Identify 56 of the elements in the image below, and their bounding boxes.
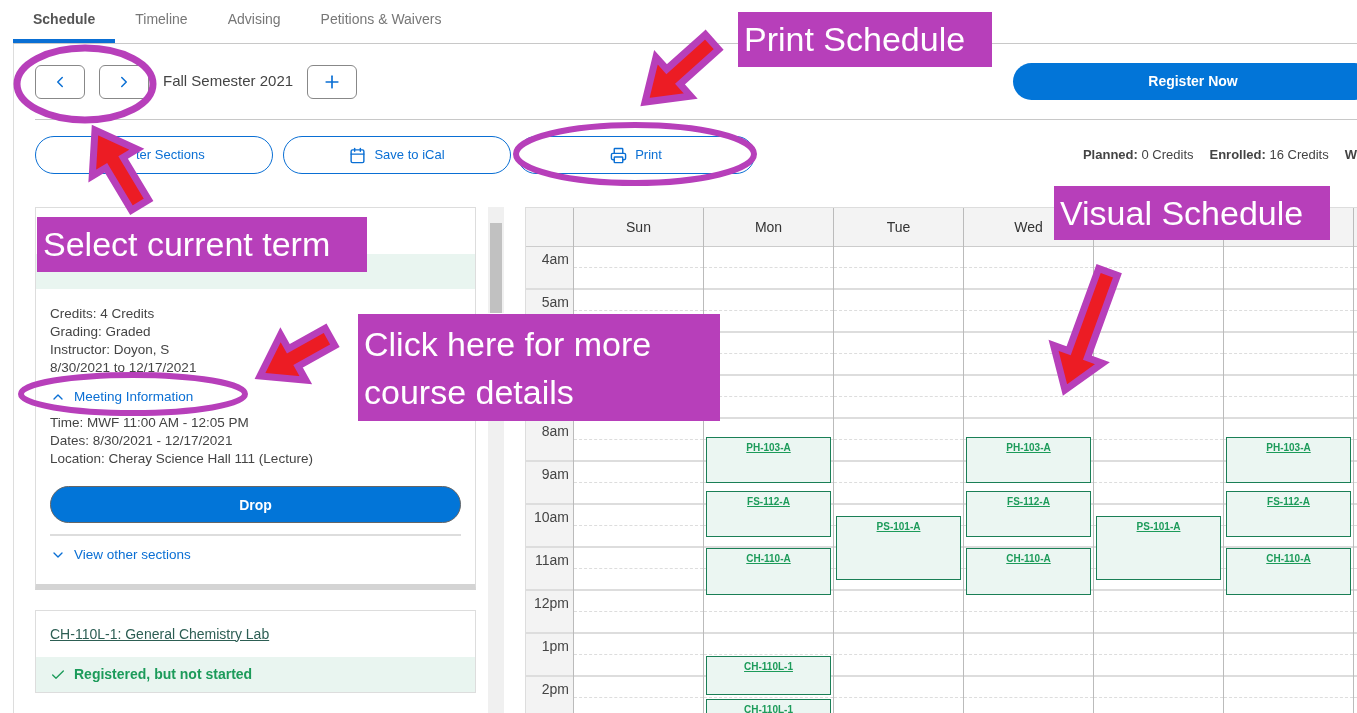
hour-label: 12pm: [533, 594, 569, 613]
meeting-information-toggle[interactable]: Meeting Information: [50, 388, 194, 406]
register-now-button[interactable]: Register Now: [1013, 63, 1357, 100]
course-event[interactable]: CH-110-A: [1226, 548, 1351, 595]
course-event[interactable]: CH-110L-1: [706, 698, 831, 713]
tab[interactable]: Timeline: [115, 0, 208, 43]
course-event[interactable]: CH-110-A: [706, 548, 831, 595]
day-header: Mon: [704, 208, 833, 247]
course-event[interactable]: PS-101-A: [1096, 515, 1221, 581]
course-event[interactable]: FS-112-A: [1226, 490, 1351, 538]
course-event[interactable]: CH-110-A: [966, 548, 1091, 595]
hour-label: 4am: [541, 250, 569, 269]
course-event[interactable]: FS-112-A: [966, 490, 1091, 538]
scrollbar[interactable]: [488, 207, 504, 313]
tab[interactable]: Schedule: [13, 0, 116, 43]
day-header: Sun: [574, 208, 703, 247]
course-event[interactable]: CH-110L-1: [706, 655, 831, 695]
hour-label: 11am: [535, 551, 569, 570]
course-event[interactable]: PS-101-A: [836, 515, 961, 581]
meeting-detail-text: Location: Cheray Science Hall 111 (Lecture): [50, 450, 313, 468]
credit-stat: W: [1344, 146, 1357, 165]
drop-button[interactable]: Drop: [50, 486, 461, 523]
meeting-detail-text: Dates: 8/30/2021 - 12/17/2021: [50, 432, 233, 450]
hour-label: 9am: [541, 465, 569, 484]
course-event[interactable]: PH-103-A: [1226, 436, 1351, 484]
previous-term-button[interactable]: [35, 64, 85, 99]
detail-text: Grading: Graded: [50, 323, 151, 341]
detail-text: Instructor: Doyon, S: [50, 341, 170, 359]
hour-label: 1pm: [541, 637, 569, 656]
hour-label: 10am: [533, 508, 569, 527]
callout-label: Click here for more course details: [358, 314, 720, 421]
tab[interactable]: Advising: [207, 0, 301, 43]
calendar-icon: [349, 146, 367, 164]
next-term-button[interactable]: [99, 64, 149, 99]
course-event[interactable]: FS-112-A: [706, 490, 831, 538]
credit-stat: Enrolled: 16 Credits: [1209, 146, 1329, 165]
hour-label: 2pm: [541, 680, 569, 699]
print-icon: [610, 146, 628, 164]
course-title-link[interactable]: CH-110L-1: General Chemistry Lab: [50, 623, 270, 645]
callout-label: Select current term: [37, 217, 367, 272]
course-event[interactable]: PH-103-A: [706, 436, 831, 484]
hour-label: 8am: [541, 422, 569, 441]
credit-stat: Planned: 0 Credits: [1082, 146, 1194, 165]
day-header: Tue: [834, 208, 963, 247]
course-event[interactable]: PH-103-A: [966, 436, 1091, 484]
add-term-button[interactable]: [307, 64, 358, 99]
view-other-sections-toggle[interactable]: View other sections: [50, 546, 191, 564]
tab[interactable]: Petitions & Waivers: [300, 0, 462, 43]
detail-text: Credits: 4 Credits: [50, 305, 155, 323]
term-label: Fall Semester 2021: [163, 71, 294, 92]
meeting-detail-text: Time: MWF 11:00 AM - 12:05 PM: [50, 414, 249, 432]
hour-label: 5am: [541, 293, 569, 312]
status-text: Registered, but not started: [74, 665, 253, 684]
detail-text: 8/30/2021 to 12/17/2021: [50, 359, 197, 377]
callout-label: Print Schedule: [738, 12, 992, 67]
callout-label: Visual Schedule: [1054, 186, 1330, 240]
